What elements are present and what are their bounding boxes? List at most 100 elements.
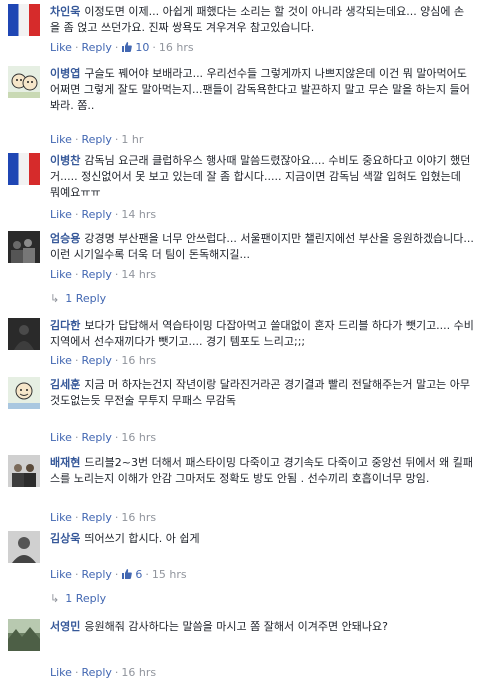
reply-arrow-icon: ↳ — [50, 592, 60, 605]
like-count[interactable]: 10 — [121, 41, 149, 54]
avatar[interactable] — [8, 531, 40, 563]
comment-body: 김다한 보다가 답답해서 역습타이밍 다잡아먹고 쓸대없이 혼자 드리블 하다가 … — [50, 318, 474, 350]
avatar-person-icon — [12, 537, 36, 563]
comment-text: 지금 머 하자는건지 작년이랑 달라진거라곤 경기결과 빨리 전달해주는거 말고… — [50, 378, 471, 407]
comment-text: 강경명 부산팬을 너무 안쓰럽다... 서울팬이지만 챌린지에선 부산을 응원하… — [50, 232, 474, 261]
comment-body: 김상욱 띄어쓰기 합시다. 아 쉽게 — [50, 531, 474, 547]
separator: · — [114, 511, 119, 524]
reply-button[interactable]: Reply — [81, 208, 111, 221]
timestamp[interactable]: 16 hrs — [121, 354, 156, 367]
comment-text: 드리블2~3번 더해서 패스타이밍 다죽이고 경기속도 다죽이고 중앙선 뒤에서… — [50, 456, 474, 485]
comment-text: 응원해줘 감사하다는 말씀을 마시고 쫌 잘해서 이겨주면 안돼나요? — [84, 620, 388, 633]
separator: · — [114, 133, 119, 146]
separator: · — [74, 41, 79, 54]
avatar[interactable] — [8, 455, 40, 487]
comment-actions: Like · Reply · 16 hrs — [50, 666, 156, 680]
comment-author[interactable]: 이병엽 — [50, 67, 80, 80]
comment-actions: Like · Reply · 16 hrs — [50, 354, 156, 368]
avatar[interactable] — [8, 4, 40, 36]
like-button[interactable]: Like — [50, 354, 72, 367]
reply-button[interactable]: Reply — [81, 431, 111, 444]
thumbs-up-icon — [122, 42, 133, 52]
comment-actions: Like · Reply · 16 hrs — [50, 431, 156, 445]
like-button[interactable]: Like — [50, 666, 72, 679]
timestamp[interactable]: 1 hr — [121, 133, 143, 146]
separator: · — [114, 208, 119, 221]
timestamp[interactable]: 14 hrs — [121, 208, 156, 221]
comment-author[interactable]: 김다한 — [50, 319, 80, 332]
like-button[interactable]: Like — [50, 431, 72, 444]
like-count[interactable]: 6 — [121, 568, 142, 581]
comment-actions: Like · Reply · 14 hrs — [50, 268, 156, 282]
timestamp[interactable]: 16 hrs — [159, 41, 194, 54]
thumbs-up-icon — [122, 569, 133, 579]
separator: · — [74, 133, 79, 146]
avatar[interactable] — [8, 153, 40, 185]
timestamp[interactable]: 16 hrs — [121, 431, 156, 444]
timestamp[interactable]: 16 hrs — [121, 666, 156, 679]
comment-body: 이병찬 감독님 요근래 클럽하우스 행사때 말씀드렸잖아요.... 수비도 중요하… — [50, 153, 474, 201]
like-button[interactable]: Like — [50, 41, 72, 54]
reply-button[interactable]: Reply — [81, 568, 111, 581]
comment-body: 이병엽 구슬도 꿰어야 보배라고... 우리선수들 그렇게까지 나쁘지않은데 이건… — [50, 66, 474, 114]
comment-feed: 차인욱 이정도면 이제... 아쉽게 패했다는 소리는 할 것이 아니라 생각되는… — [0, 0, 481, 681]
avatar-people-icon — [12, 464, 36, 487]
reply-button[interactable]: Reply — [81, 666, 111, 679]
avatar[interactable] — [8, 619, 40, 651]
avatar-cartoon-icon — [8, 382, 40, 409]
timestamp[interactable]: 15 hrs — [152, 568, 187, 581]
separator: · — [74, 568, 79, 581]
comment-actions: Like · Reply · 10 · 16 hrs — [50, 41, 194, 55]
avatar[interactable] — [8, 66, 40, 98]
comment-actions: Like · Reply · 1 hr — [50, 133, 143, 147]
comment-author[interactable]: 이병찬 — [50, 154, 80, 167]
avatar-crowd-icon — [11, 239, 35, 263]
avatar[interactable] — [8, 318, 40, 350]
timestamp[interactable]: 14 hrs — [121, 268, 156, 281]
like-button[interactable]: Like — [50, 511, 72, 524]
comment-body: 김세훈 지금 머 하자는건지 작년이랑 달라진거라곤 경기결과 빨리 전달해주는거… — [50, 377, 474, 409]
avatar-figure-icon — [14, 325, 34, 350]
separator: · — [74, 431, 79, 444]
comment-author[interactable]: 서영민 — [50, 620, 80, 633]
like-button[interactable]: Like — [50, 208, 72, 221]
comment-body: 엄승용 강경명 부산팬을 너무 안쓰럽다... 서울팬이지만 챌린지에선 부산을 … — [50, 231, 474, 263]
comment-actions: Like · Reply · 14 hrs — [50, 208, 156, 222]
comment-author[interactable]: 엄승용 — [50, 232, 80, 245]
like-button[interactable]: Like — [50, 568, 72, 581]
separator: · — [74, 511, 79, 524]
reply-button[interactable]: Reply — [81, 133, 111, 146]
comment-actions: Like · Reply · 6 · 15 hrs — [50, 568, 187, 582]
like-button[interactable]: Like — [50, 133, 72, 146]
reply-button[interactable]: Reply — [81, 354, 111, 367]
separator: · — [74, 666, 79, 679]
comment-author[interactable]: 차인욱 — [50, 5, 80, 18]
timestamp[interactable]: 16 hrs — [121, 511, 156, 524]
replies-count: 1 Reply — [65, 592, 107, 605]
comment-text: 구슬도 꿰어야 보배라고... 우리선수들 그렇게까지 나쁘지않은데 이건 뭐 … — [50, 67, 470, 112]
avatar-cartoon-icon — [8, 73, 40, 98]
avatar[interactable] — [8, 377, 40, 409]
avatar[interactable] — [8, 231, 40, 263]
comment-author[interactable]: 김상욱 — [50, 532, 80, 545]
comment-author[interactable]: 배재현 — [50, 456, 80, 469]
separator: · — [74, 268, 79, 281]
separator: · — [74, 208, 79, 221]
view-replies-link[interactable]: ↳ 1 Reply — [50, 292, 106, 306]
like-button[interactable]: Like — [50, 268, 72, 281]
reply-button[interactable]: Reply — [81, 41, 111, 54]
like-count-value: 10 — [135, 41, 150, 54]
reply-button[interactable]: Reply — [81, 511, 111, 524]
comment-actions: Like · Reply · 16 hrs — [50, 511, 156, 525]
separator: · — [114, 666, 119, 679]
separator: · — [152, 41, 156, 54]
comment-text: 이정도면 이제... 아쉽게 패했다는 소리는 할 것이 아니라 생각되는데요.… — [50, 5, 465, 34]
comment-author[interactable]: 김세훈 — [50, 378, 80, 391]
reply-button[interactable]: Reply — [81, 268, 111, 281]
reply-arrow-icon: ↳ — [50, 292, 60, 305]
view-replies-link[interactable]: ↳ 1 Reply — [50, 592, 106, 606]
separator: · — [114, 41, 119, 54]
separator: · — [145, 568, 149, 581]
comment-body: 배재현 드리블2~3번 더해서 패스타이밍 다죽이고 경기속도 다죽이고 중앙선 … — [50, 455, 474, 487]
separator: · — [74, 354, 79, 367]
